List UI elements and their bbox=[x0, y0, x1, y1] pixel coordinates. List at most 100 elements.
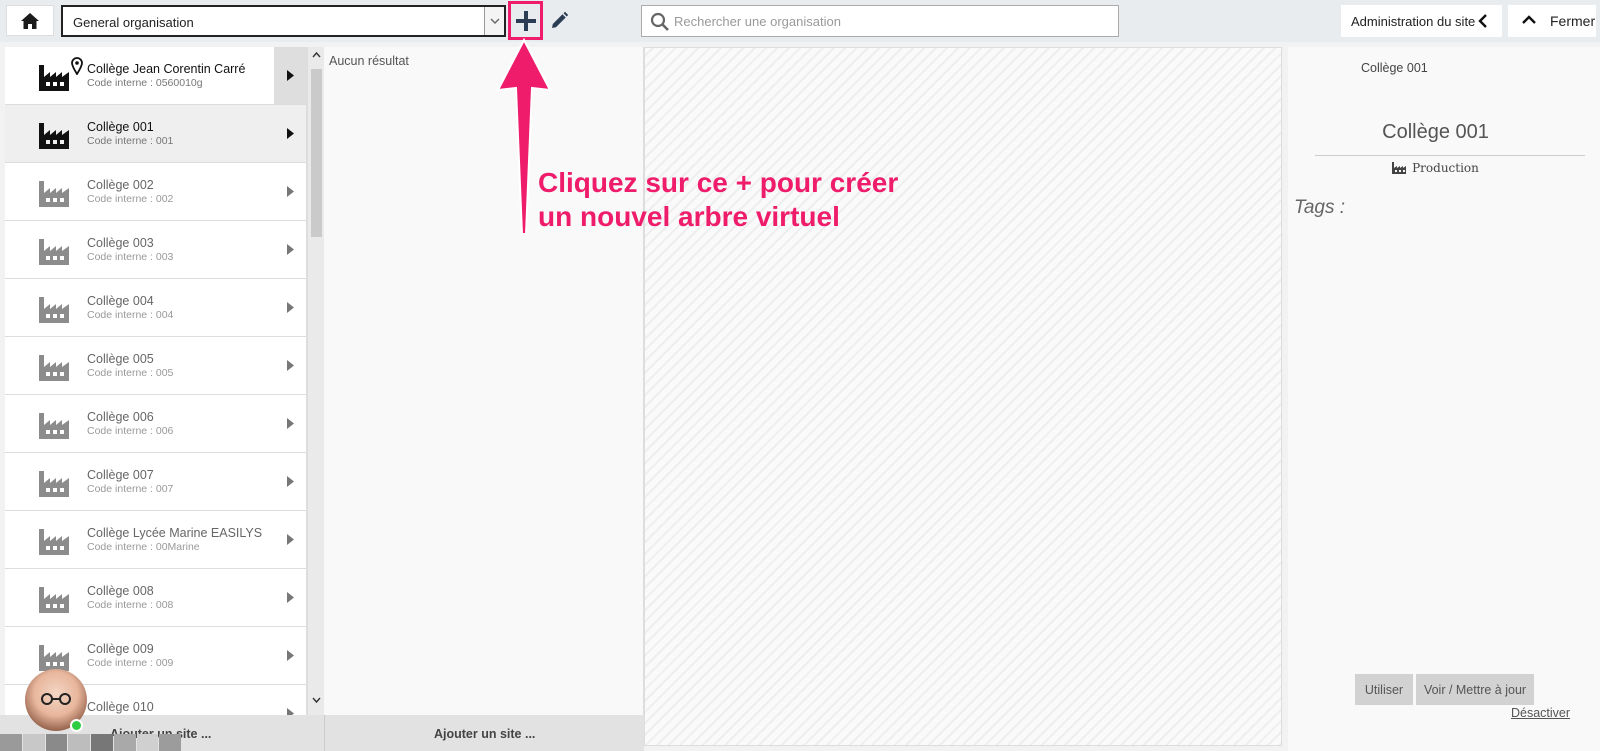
caret-right-icon bbox=[286, 70, 294, 81]
no-result-text: Aucun résultat bbox=[329, 54, 409, 68]
caret-right-icon bbox=[286, 244, 294, 255]
pencil-icon bbox=[552, 11, 569, 28]
caret-right-icon bbox=[286, 650, 294, 661]
open-site-button[interactable] bbox=[274, 221, 306, 278]
site-code: Code interne : 004 bbox=[87, 309, 174, 321]
close-label: Fermer bbox=[1550, 13, 1596, 29]
factory-icon bbox=[39, 413, 69, 439]
site-administration-button[interactable]: Administration du site bbox=[1341, 5, 1502, 37]
site-code: Code interne : 0560010g bbox=[87, 77, 203, 89]
factory-icon bbox=[39, 471, 69, 497]
site-code: Code interne : 002 bbox=[87, 193, 174, 205]
site-list-item[interactable]: Collège 007 Code interne : 007 bbox=[5, 453, 306, 511]
chevron-left-icon bbox=[1478, 14, 1487, 28]
site-list-item[interactable]: Collège 001 Code interne : 001 bbox=[5, 105, 306, 163]
site-list-item[interactable]: Collège Jean Corentin Carré Code interne … bbox=[5, 47, 306, 105]
factory-icon bbox=[39, 123, 69, 149]
factory-icon bbox=[39, 645, 69, 671]
site-code: Code interne : 009 bbox=[87, 657, 174, 669]
organisation-select[interactable]: General organisation bbox=[61, 5, 506, 37]
plus-icon bbox=[515, 10, 536, 31]
factory-icon bbox=[39, 529, 69, 555]
site-name: Collège 001 bbox=[87, 120, 154, 134]
organisation-search bbox=[641, 5, 1119, 37]
site-list-item[interactable]: Collège 004 Code interne : 004 bbox=[5, 279, 306, 337]
site-list-item[interactable]: Collège 002 Code interne : 002 bbox=[5, 163, 306, 221]
site-name: Collège 004 bbox=[87, 294, 154, 308]
site-administration-label: Administration du site bbox=[1351, 13, 1476, 29]
site-code: Code interne : 005 bbox=[87, 367, 174, 379]
site-name: Collège 005 bbox=[87, 352, 154, 366]
open-site-button[interactable] bbox=[274, 105, 306, 162]
add-site-button-middle[interactable]: Ajouter un site ... bbox=[434, 727, 535, 741]
open-site-button[interactable] bbox=[274, 453, 306, 510]
scroll-down-icon[interactable] bbox=[312, 697, 321, 704]
bottom-divider bbox=[324, 715, 325, 751]
detail-breadcrumb: Collège 001 bbox=[1361, 61, 1428, 75]
factory-icon bbox=[39, 239, 69, 265]
caret-right-icon bbox=[286, 302, 294, 313]
site-code: Code interne : 001 bbox=[87, 135, 174, 147]
site-list-scrollbar[interactable] bbox=[307, 47, 324, 715]
scrollbar-thumb[interactable] bbox=[311, 69, 322, 237]
chevron-up-icon bbox=[1522, 15, 1536, 24]
search-input[interactable] bbox=[674, 8, 1104, 34]
close-button[interactable]: Fermer bbox=[1508, 5, 1596, 37]
open-site-button[interactable] bbox=[274, 685, 306, 715]
site-name: Collège 002 bbox=[87, 178, 154, 192]
site-list-item[interactable]: Collège 003 Code interne : 003 bbox=[5, 221, 306, 279]
deactivate-link[interactable]: Désactiver bbox=[1511, 706, 1570, 720]
factory-icon bbox=[39, 65, 69, 91]
empty-content-area bbox=[644, 47, 1282, 746]
edit-organisation-button[interactable] bbox=[546, 8, 572, 34]
map-pin-icon bbox=[71, 57, 83, 75]
detail-type: Production bbox=[1288, 161, 1583, 175]
site-name: Collège Lycée Marine EASILYS bbox=[87, 526, 263, 540]
view-update-button[interactable]: Voir / Mettre à jour bbox=[1416, 674, 1534, 705]
open-site-button[interactable] bbox=[274, 337, 306, 394]
scroll-up-icon[interactable] bbox=[312, 51, 321, 58]
open-site-button[interactable] bbox=[274, 511, 306, 568]
use-button[interactable]: Utiliser bbox=[1355, 674, 1413, 705]
tags-label: Tags : bbox=[1294, 197, 1346, 218]
annotation-line-1: Cliquez sur ce + pour créer bbox=[538, 167, 899, 198]
site-list-item[interactable]: Collège 006 Code interne : 006 bbox=[5, 395, 306, 453]
virtual-tree-column: Aucun résultat bbox=[324, 47, 644, 715]
detail-type-label: Production bbox=[1412, 161, 1479, 175]
detail-title: Collège 001 bbox=[1382, 121, 1489, 143]
caret-right-icon bbox=[286, 476, 294, 487]
site-name: Collège 008 bbox=[87, 584, 154, 598]
site-code: Code interne : 006 bbox=[87, 425, 174, 437]
home-icon bbox=[21, 12, 39, 29]
caret-right-icon bbox=[286, 418, 294, 429]
add-virtual-tree-button[interactable] bbox=[508, 1, 543, 40]
open-site-button[interactable] bbox=[274, 627, 306, 684]
top-toolbar: General organisation Administration du s… bbox=[0, 0, 1600, 42]
open-site-button[interactable] bbox=[274, 395, 306, 452]
site-list: Collège Jean Corentin Carré Code interne … bbox=[5, 47, 307, 715]
site-list-item[interactable]: Collège 005 Code interne : 005 bbox=[5, 337, 306, 395]
site-name: Collège Jean Corentin Carré bbox=[87, 62, 246, 76]
caret-right-icon bbox=[286, 534, 294, 545]
open-site-button[interactable] bbox=[274, 279, 306, 336]
caret-right-icon bbox=[286, 128, 294, 139]
open-site-button[interactable] bbox=[274, 163, 306, 220]
caret-right-icon bbox=[286, 592, 294, 603]
home-button[interactable] bbox=[6, 5, 54, 36]
detail-divider bbox=[1315, 155, 1585, 156]
open-site-button[interactable] bbox=[274, 569, 306, 626]
site-code: Code interne : 00Marine bbox=[87, 541, 200, 553]
organisation-select-value: General organisation bbox=[73, 15, 194, 30]
annotation-callout: Cliquez sur ce + pour créer un nouvel ar… bbox=[538, 166, 938, 234]
open-site-button[interactable] bbox=[274, 47, 306, 104]
caret-right-icon bbox=[286, 708, 294, 715]
search-icon bbox=[650, 12, 669, 31]
site-list-item[interactable]: Collège 008 Code interne : 008 bbox=[5, 569, 306, 627]
site-detail-panel: Collège 001 Collège 001 Production Tags … bbox=[1288, 47, 1600, 751]
site-name: Collège 009 bbox=[87, 642, 154, 656]
thumbnail-strip bbox=[0, 734, 182, 751]
factory-icon bbox=[39, 297, 69, 323]
factory-icon bbox=[39, 181, 69, 207]
site-list-item[interactable]: Collège Lycée Marine EASILYS Code interne… bbox=[5, 511, 306, 569]
chevron-down-icon[interactable] bbox=[484, 7, 504, 35]
